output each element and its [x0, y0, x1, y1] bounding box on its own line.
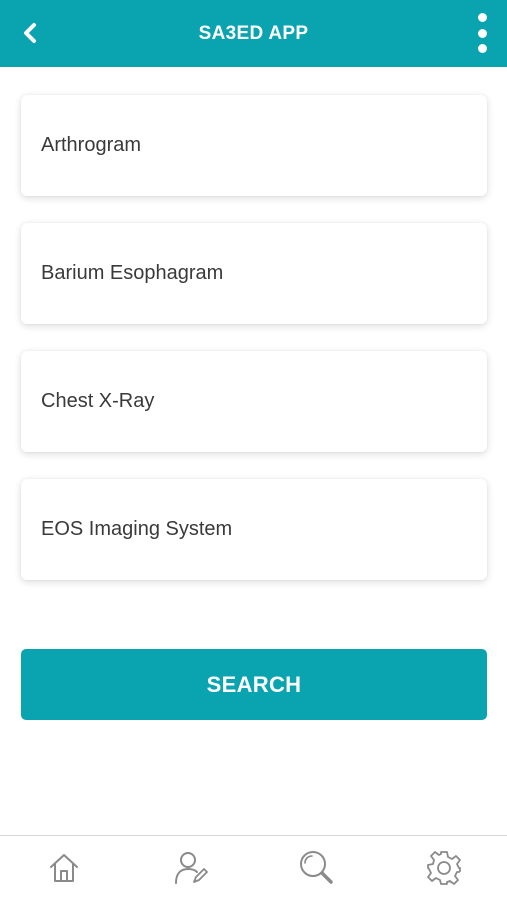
menu-dot — [477, 28, 487, 38]
app-screen: SA3ED APP Arthrogram Barium Esophagram C… — [0, 0, 507, 900]
list-item-label: EOS Imaging System — [41, 518, 233, 540]
list-item-label: Barium Esophagram — [41, 262, 224, 284]
page-title: SA3ED APP — [198, 22, 309, 44]
list-item-label: Chest X-Ray — [41, 390, 155, 412]
list-item-label: Arthrogram — [41, 134, 142, 156]
top-app-bar: SA3ED APP — [0, 0, 507, 67]
bottom-navigation — [0, 835, 507, 900]
search-button[interactable]: SEARCH — [21, 649, 487, 720]
list-item-arthrogram[interactable]: Arthrogram — [21, 95, 487, 196]
nav-profile[interactable] — [169, 846, 213, 890]
more-options-button[interactable] — [469, 10, 495, 56]
user-edit-icon — [175, 852, 208, 884]
more-vertical-icon — [477, 13, 487, 22]
search-icon — [300, 851, 333, 884]
list-item-barium-esophagram[interactable]: Barium Esophagram — [21, 223, 487, 324]
nav-search[interactable] — [295, 846, 339, 890]
home-icon — [50, 854, 78, 882]
gear-icon — [427, 851, 461, 885]
nav-settings[interactable] — [422, 846, 466, 890]
list-item-eos-imaging-system[interactable]: EOS Imaging System — [21, 479, 487, 580]
list-item-chest-x-ray[interactable]: Chest X-Ray — [21, 351, 487, 452]
nav-home[interactable] — [42, 846, 86, 890]
menu-dot — [477, 44, 487, 53]
